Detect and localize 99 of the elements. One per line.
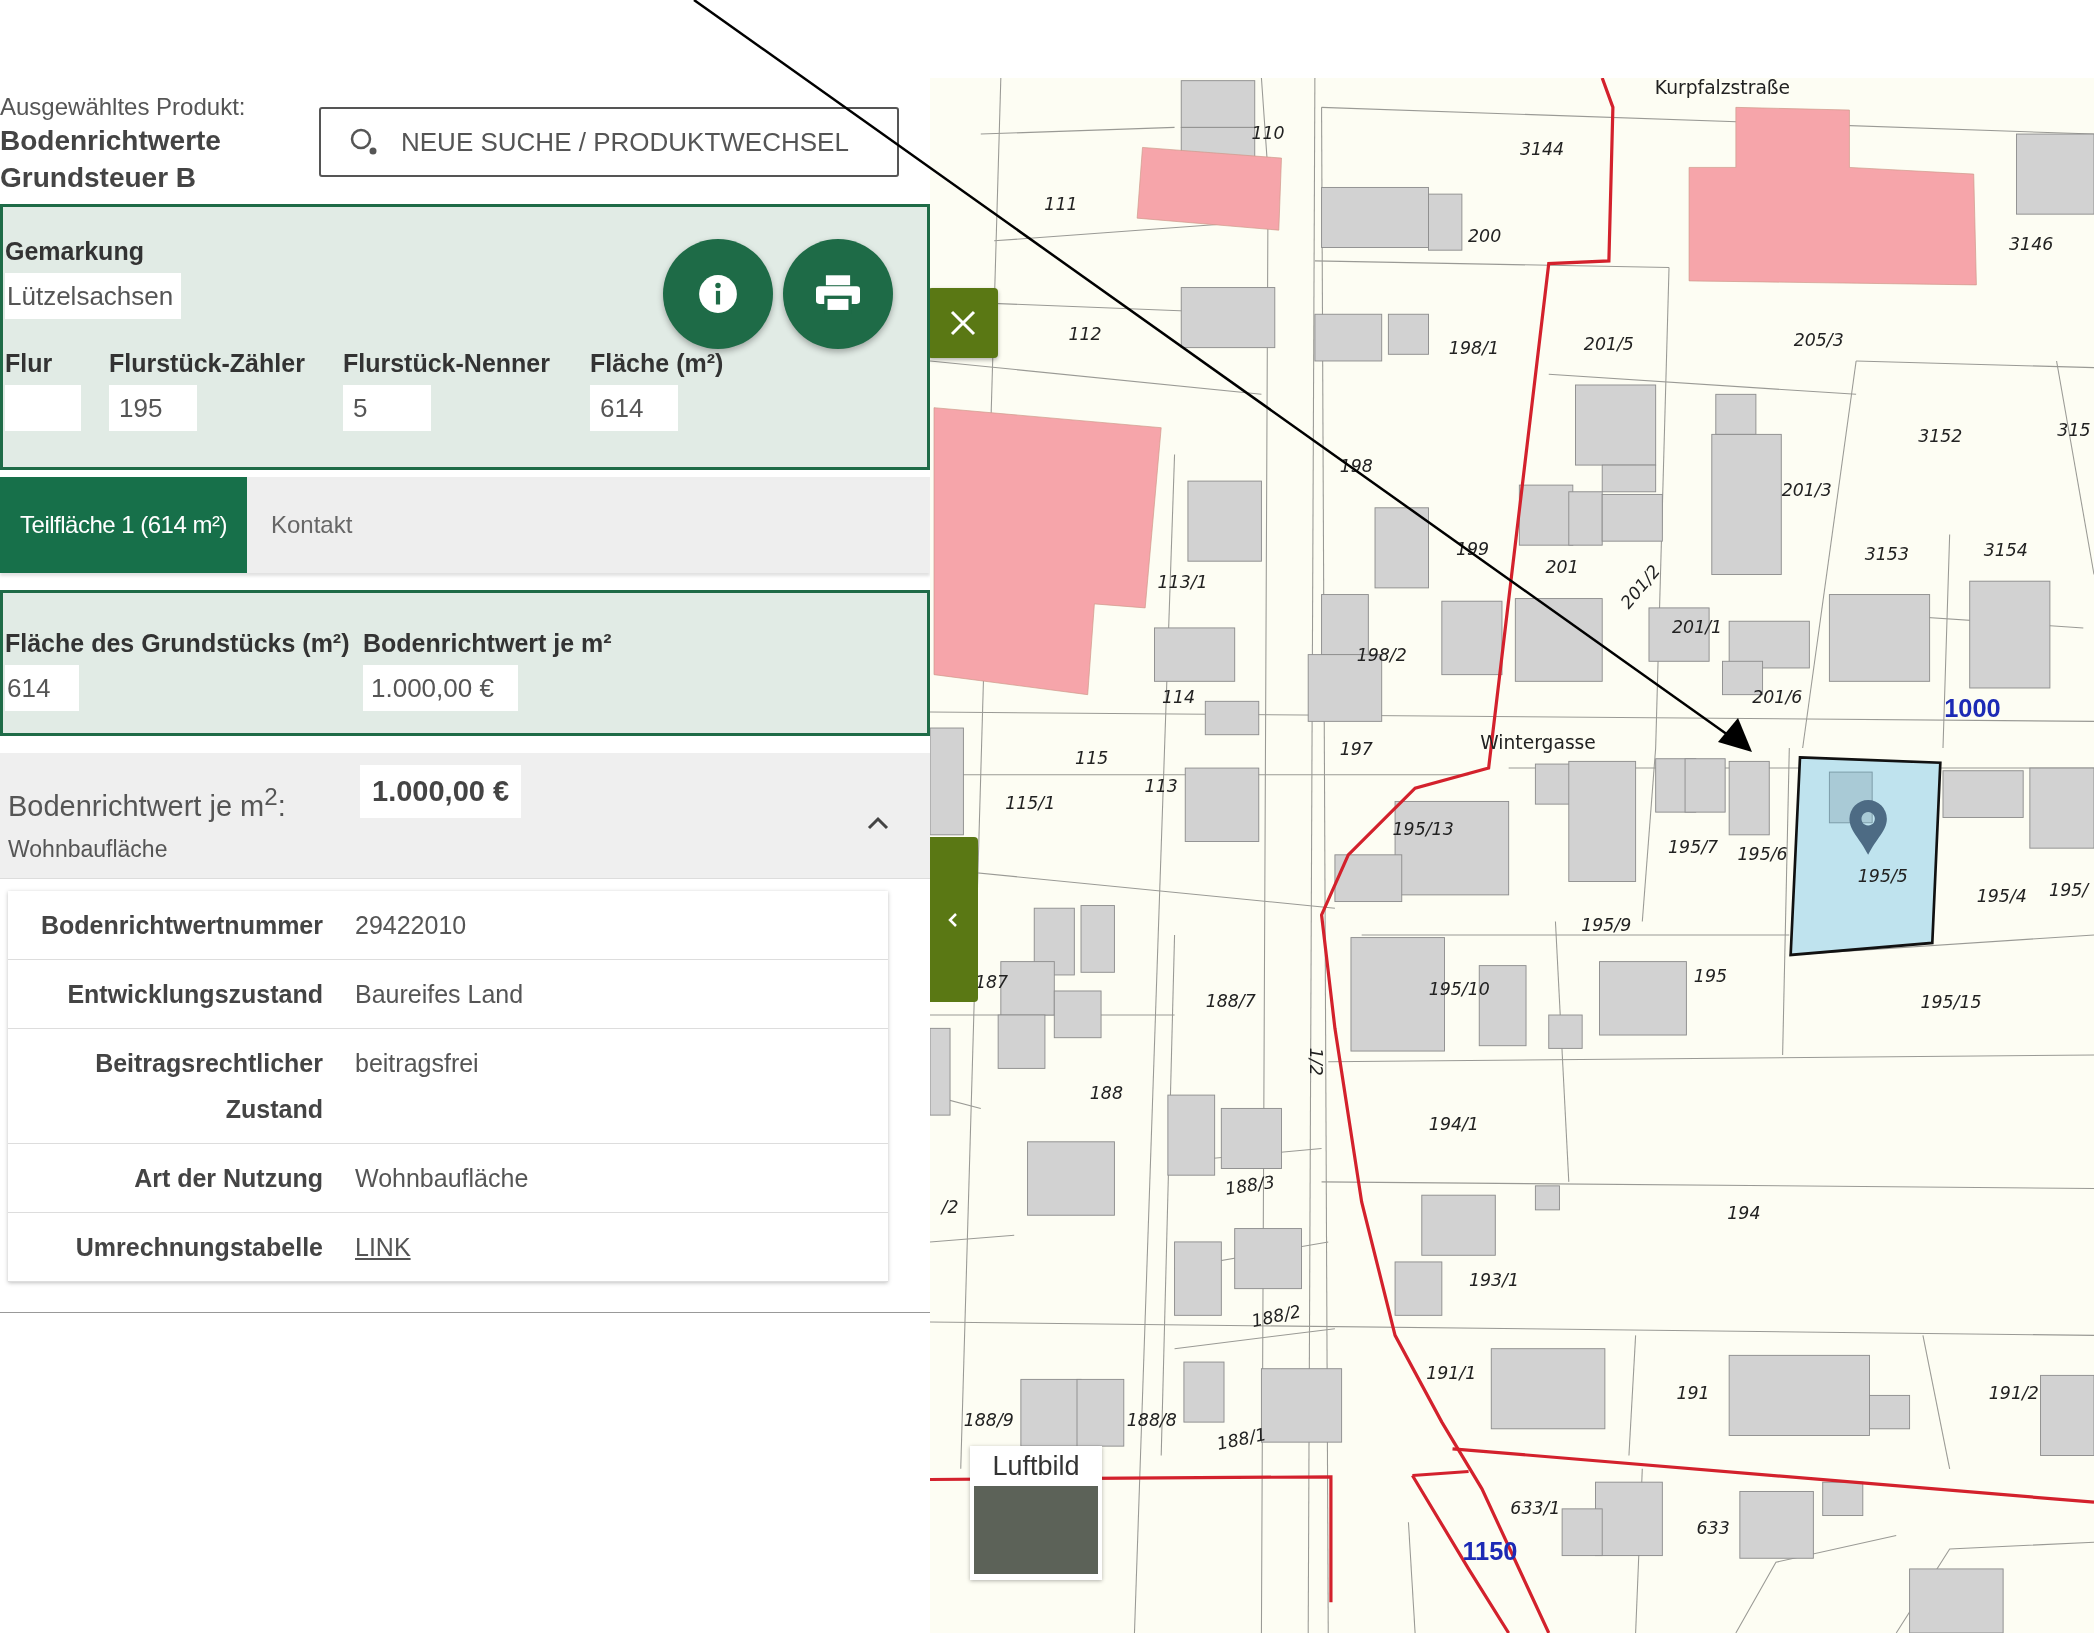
parcel-number: 195/7 (1668, 837, 1719, 858)
parcel-number: 195/6 (1737, 844, 1788, 865)
parcel-number: 112 (1068, 323, 1102, 344)
tab[interactable]: Kontakt (247, 477, 377, 573)
parcel-number: 113 (1144, 776, 1178, 797)
parcel-number: 633 (1696, 1518, 1730, 1539)
row-value: Wohnbaufläche (355, 1164, 529, 1192)
input-field[interactable] (5, 385, 81, 431)
parcel-number: 198/1 (1448, 338, 1499, 359)
parcel-number: 633/1 (1510, 1498, 1561, 1519)
input-field[interactable]: 614 (5, 665, 79, 711)
parcel-number: 3144 (1519, 139, 1565, 160)
parcel-number: 188 (1089, 1083, 1123, 1104)
parcel-number: 191/1 (1426, 1363, 1477, 1384)
parcel-number: 195 (1693, 965, 1728, 986)
accordion-header[interactable]: Bodenrichtwert je m$^{2}$: Wohnbaufläche 1.000,00 € (0, 753, 930, 879)
input-field[interactable]: 1.000,00 € (363, 665, 518, 711)
parcel-number: 113/1 (1157, 571, 1208, 592)
field-label: Flur (5, 348, 54, 379)
parcel-number: /2 (941, 1196, 959, 1217)
link[interactable]: LINK (355, 1233, 411, 1261)
input-field[interactable]: 195 (109, 385, 197, 431)
tab[interactable]: Teilfläche 1 (614 m²) (0, 477, 247, 573)
parcel-number: 115 (1075, 748, 1109, 769)
parcel-number: 200 (1468, 226, 1502, 247)
parcel-number: 111 (1044, 194, 1078, 215)
parcel-number: 195/13 (1392, 818, 1454, 839)
zone-value: 1000 (1944, 694, 2001, 723)
parcel-number: 1/2 (1305, 1047, 1326, 1076)
layer-switch[interactable]: Luftbild (970, 1446, 1102, 1580)
parcel-number: 187 (974, 972, 1009, 993)
parcel-number: 195/9 (1581, 914, 1632, 935)
parcel-number: 197 (1339, 738, 1373, 759)
field-label: Flurstück-Nenner (343, 348, 551, 379)
row-value: 29422010 (355, 911, 467, 939)
parcel-number: 3146 (2009, 234, 2054, 255)
input-field[interactable]: 614 (590, 385, 678, 431)
collapse-handle[interactable] (930, 837, 978, 1002)
accordion-subtitle: Wohnbaufläche (8, 834, 169, 864)
parcel-number: 195/15 (1920, 992, 1982, 1013)
parcel-number: 188/7 (1205, 991, 1256, 1011)
parcel-number: 201/5 (1583, 334, 1634, 355)
parcel-number: 191/2 (1988, 1383, 2039, 1404)
field-label: Gemarkung (5, 236, 145, 267)
parcel-number: 201 (1545, 557, 1579, 578)
row-value: beitragsfrei (355, 1049, 479, 1077)
input-field[interactable]: Lützelsachsen (5, 273, 181, 319)
close-icon (948, 308, 978, 338)
chevron-left-icon (947, 910, 959, 929)
parcel-number: 201/6 (1752, 686, 1803, 707)
parcel-number: 188/9 (963, 1410, 1014, 1431)
parcel-number: 188/8 (1126, 1410, 1177, 1431)
parcel-number: 195/10 (1428, 979, 1490, 999)
street-name: Kurpfalzstraße (1654, 78, 1791, 98)
parcel-number: 191 (1676, 1383, 1710, 1404)
print-button[interactable] (783, 239, 893, 349)
info-button[interactable] (663, 239, 773, 349)
search-icon (349, 127, 379, 157)
parcel-number: 198/2 (1356, 645, 1407, 666)
row-label: Art der Nutzung (133, 1163, 323, 1194)
row-label: Umrechnungstabelle (74, 1232, 323, 1263)
row-value: Baureifes Land (355, 980, 524, 1008)
parcel-number: 188/2 (1249, 1301, 1303, 1332)
chevron-up-icon[interactable] (866, 815, 890, 831)
parcel-number: 205/3 (1793, 330, 1844, 351)
layer-label: Luftbild (992, 1450, 1080, 1483)
close-button[interactable] (930, 288, 998, 358)
price-value: 1.000,00 € (360, 765, 522, 818)
product-label: Ausgewähltes Produkt: (0, 92, 247, 122)
row-label: Entwicklungszustand (66, 979, 323, 1010)
parcel-number: 188/3 (1223, 1171, 1277, 1199)
info-icon (697, 273, 739, 315)
field-label: Fläche (m²) (590, 348, 725, 379)
location-pin-icon (1849, 800, 1887, 855)
parcel-number: 201/3 (1781, 479, 1832, 500)
parcel-number: 201/1 (1672, 617, 1723, 638)
input-field[interactable]: 5 (343, 385, 431, 431)
parcel-number: 188/1 (1214, 1423, 1269, 1454)
row-label: Beitragsrechtlicher Zustand (94, 1048, 323, 1125)
parcel-number: 115/1 (1005, 793, 1056, 814)
parcel-number: 195/ (2049, 880, 2089, 901)
field-label: Flurstück-Zähler (109, 348, 306, 379)
parcel-number: 315 (2057, 419, 2091, 440)
parcel-number: 3154 (1983, 539, 2028, 560)
parcel-number: 110 (1251, 123, 1285, 144)
row-label: Bodenrichtwertnummer (40, 910, 323, 941)
field-label: Bodenrichtwert je m² (363, 628, 613, 659)
parcel-number: 194/1 (1428, 1113, 1479, 1134)
field-label: Fläche des Grundstücks (m²) (5, 628, 351, 659)
search-button[interactable]: NEUE SUCHE / PRODUKTWECHSEL (319, 107, 899, 177)
parcel-number: 3153 (1864, 543, 1909, 564)
accordion-title: Bodenrichtwert je m$^{2}$: (8, 782, 287, 824)
product-name: Bodenrichtwerte Grundsteuer B (0, 124, 222, 195)
parcel-number: 193/1 (1468, 1269, 1519, 1290)
parcel-number: 194 (1727, 1203, 1761, 1224)
parcel-number: 3152 (1918, 426, 1963, 447)
parcel-number: 195/5 (1857, 865, 1908, 886)
parcel-number: 114 (1162, 686, 1196, 707)
parcel-number: 195/4 (1976, 885, 2027, 906)
